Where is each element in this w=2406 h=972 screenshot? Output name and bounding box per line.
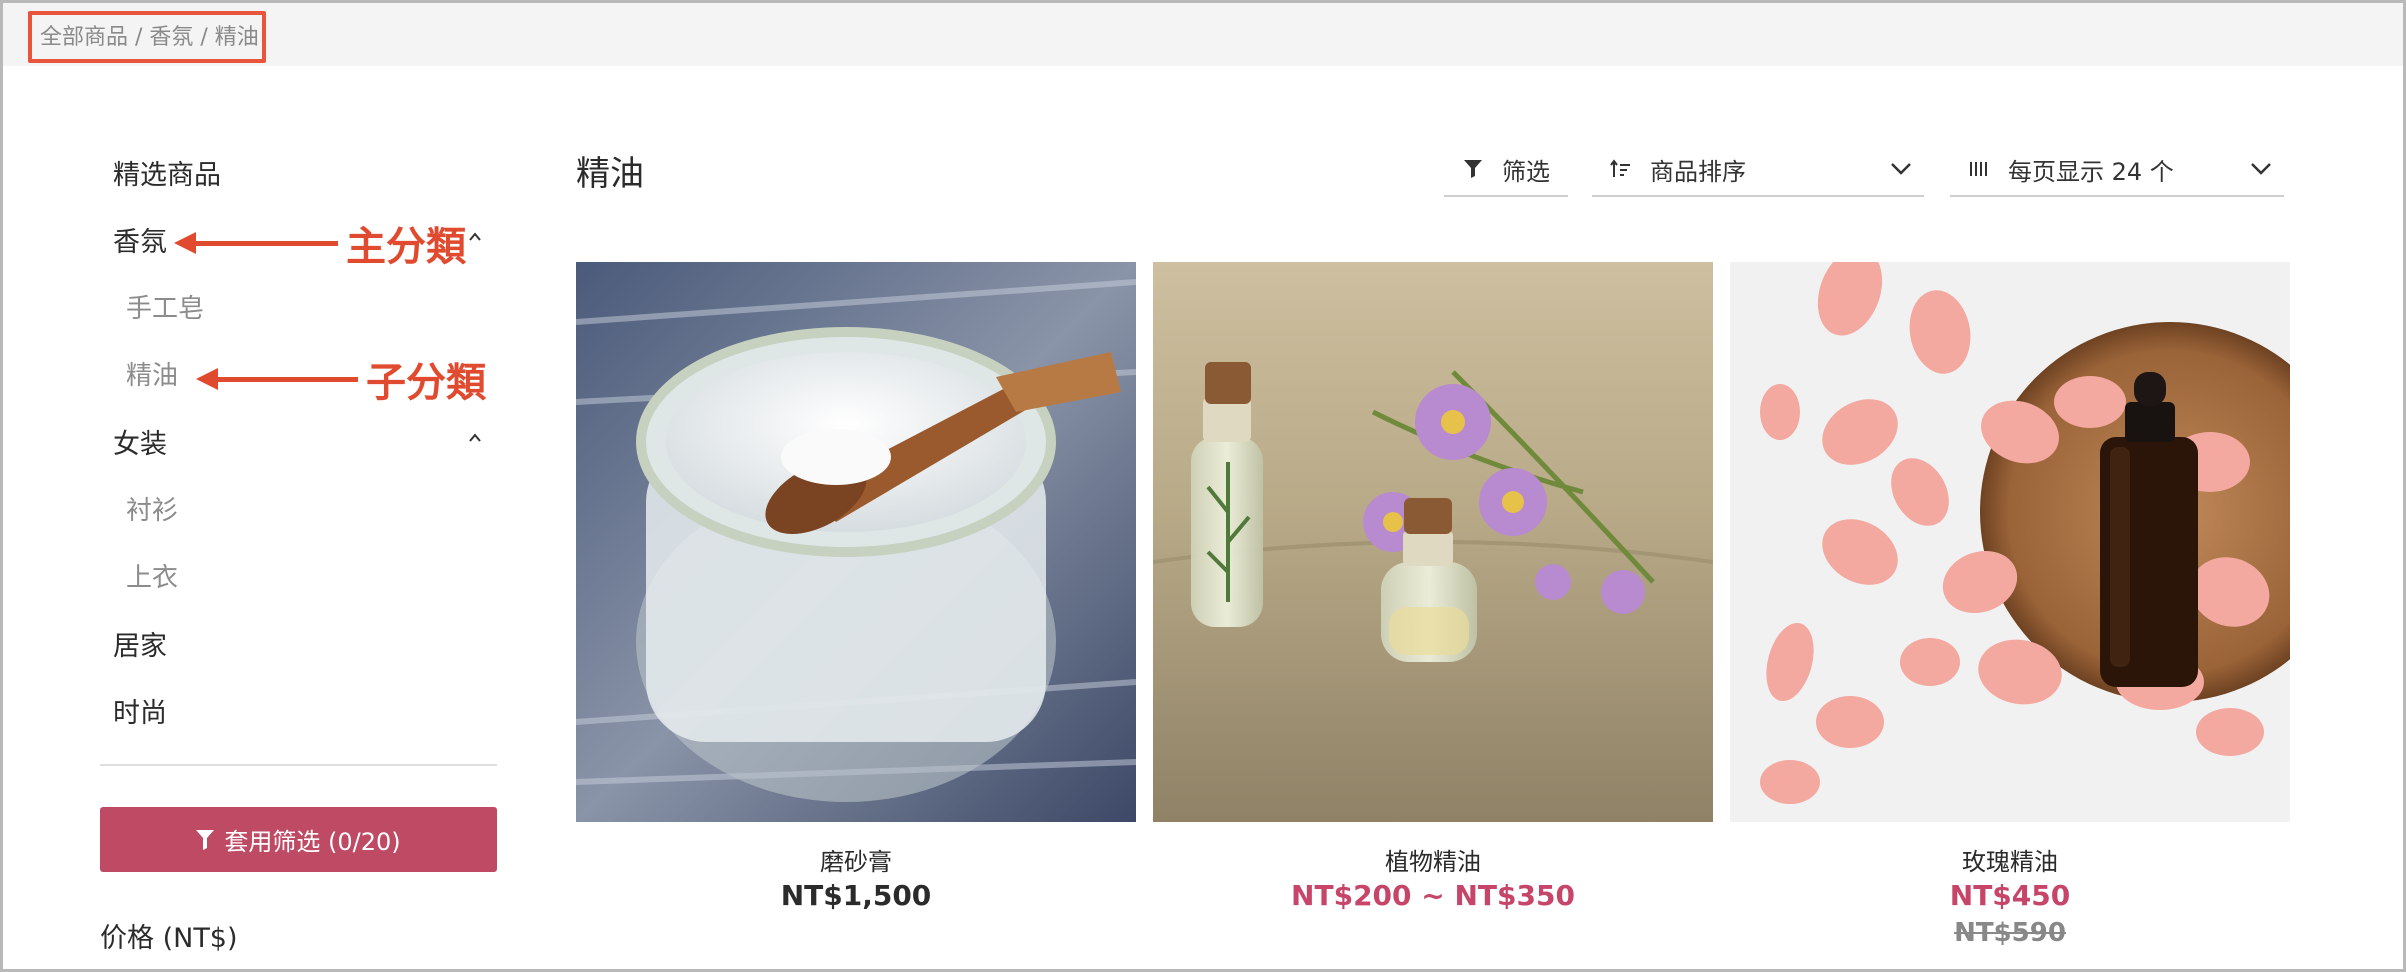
price-filter-heading: 价格 (NT$) — [100, 923, 238, 954]
chevron-down-icon — [1891, 163, 1911, 175]
main-category-annotation: 主分類 — [174, 214, 466, 272]
columns-icon — [1970, 162, 1987, 176]
product-price: NT$1,500 — [780, 879, 932, 912]
arrow-left-icon — [196, 368, 218, 390]
sidebar-item-womenswear[interactable]: 女装 — [113, 422, 167, 461]
breadcrumb[interactable]: 全部商品 / 香氛 / 精油 — [40, 19, 259, 51]
sidebar-item-tops[interactable]: 上衣 — [126, 557, 178, 594]
chevron-up-icon[interactable] — [468, 431, 482, 445]
arrow-left-icon — [174, 232, 196, 254]
sidebar-divider — [100, 764, 497, 766]
chevron-down-icon — [2251, 163, 2271, 175]
product-image-scrub[interactable] — [576, 262, 1136, 822]
sort-select[interactable]: 商品排序 — [1592, 143, 1924, 197]
sidebar-item-featured[interactable]: 精选商品 — [113, 153, 221, 192]
filter-icon — [1464, 160, 1482, 178]
sidebar-item-handmade-soap[interactable]: 手工皂 — [126, 288, 204, 325]
filter-icon — [196, 829, 215, 850]
product-sale-price: NT$450 — [1949, 879, 2071, 912]
sub-category-annotation: 子分類 — [196, 350, 486, 408]
product-name[interactable]: 植物精油 — [1153, 842, 1713, 877]
product-price: NT$200 ~ NT$350 — [1291, 879, 1575, 912]
sidebar-item-home[interactable]: 居家 — [113, 624, 167, 663]
product-original-price: NT$590 — [1954, 918, 2066, 948]
product-name[interactable]: 玫瑰精油 — [1730, 842, 2290, 877]
sidebar-item-fashion[interactable]: 时尚 — [113, 691, 167, 730]
sort-icon — [1610, 159, 1630, 177]
product-image-botanical-oil[interactable] — [1153, 262, 1713, 822]
sidebar-item-shirts[interactable]: 衬衫 — [126, 490, 178, 527]
breadcrumb-bar — [3, 3, 2403, 66]
chevron-up-icon[interactable] — [468, 230, 482, 244]
product-image-rose-oil[interactable] — [1730, 262, 2290, 822]
per-page-select[interactable]: 每页显示 24 个 — [1950, 143, 2284, 197]
apply-filter-button[interactable]: 套用筛选 (0/20) — [100, 807, 497, 872]
page-title: 精油 — [576, 154, 644, 194]
sidebar-item-fragrance[interactable]: 香氛 — [113, 220, 167, 259]
product-name[interactable]: 磨砂膏 — [576, 842, 1136, 877]
sidebar-item-essential-oil[interactable]: 精油 — [126, 355, 178, 392]
filter-toggle-button[interactable]: 筛选 — [1444, 143, 1568, 197]
